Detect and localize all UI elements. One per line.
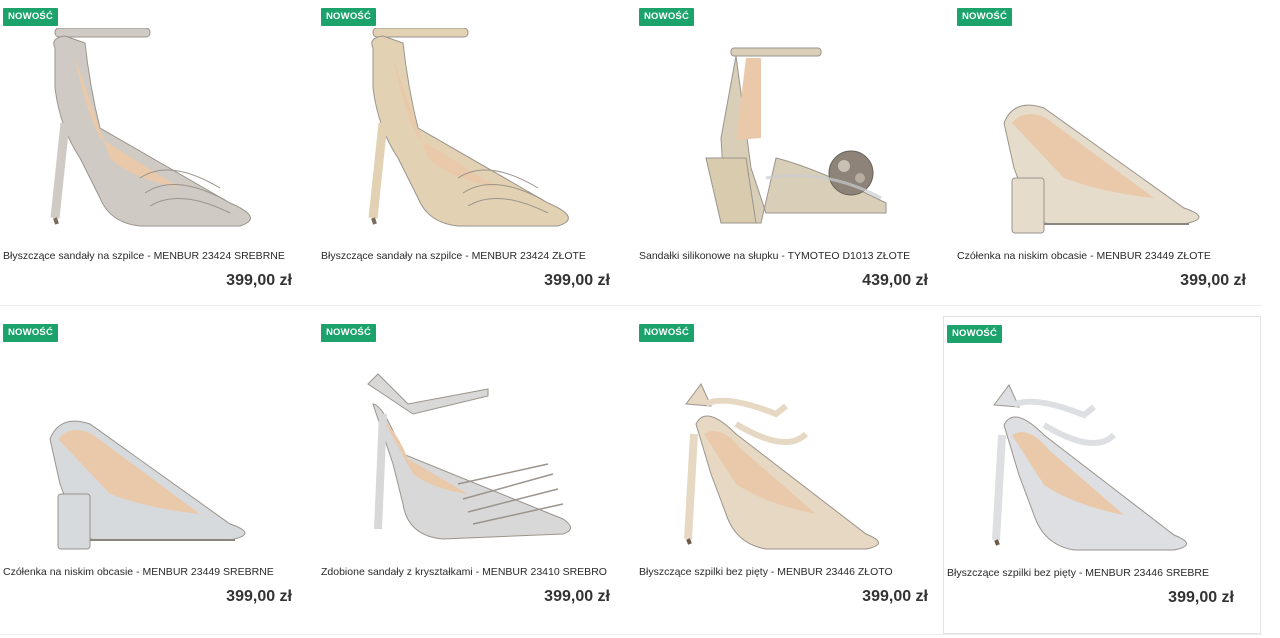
new-badge: NOWOŚĆ: [957, 8, 1013, 26]
product-name-link[interactable]: Czółenka na niskim obcasie - MENBUR 2344…: [957, 250, 1262, 262]
product-image[interactable]: [348, 344, 598, 554]
product-card[interactable]: NOWOŚĆ Czółenka na niskim obcasie - MENB…: [954, 0, 1272, 318]
product-card[interactable]: NOWOŚĆ Błyszczące sandały na szpilce - M…: [318, 0, 636, 318]
product-price: 399,00 zł: [1180, 272, 1246, 289]
product-price: 399,00 zł: [862, 588, 928, 605]
new-badge: NOWOŚĆ: [3, 324, 59, 342]
new-badge: NOWOŚĆ: [947, 325, 1003, 343]
product-card[interactable]: NOWOŚĆ Błyszczące szpilki bez pięty - ME…: [636, 316, 954, 634]
product-name-link[interactable]: Sandałki silikonowe na słupku - TYMOTEO …: [639, 250, 944, 262]
new-badge: NOWOŚĆ: [321, 8, 377, 26]
new-badge: NOWOŚĆ: [639, 324, 695, 342]
product-name-link[interactable]: Zdobione sandały z kryształkami - MENBUR…: [321, 566, 626, 578]
product-price: 399,00 zł: [544, 272, 610, 289]
product-name-link[interactable]: Czółenka na niskim obcasie - MENBUR 2344…: [3, 566, 308, 578]
row-divider: [0, 634, 1262, 635]
product-name-link[interactable]: Błyszczące szpilki bez pięty - MENBUR 23…: [947, 567, 1252, 579]
product-card[interactable]: NOWOŚĆ Błyszczące szpilki bez pięty - ME…: [943, 316, 1261, 634]
product-image[interactable]: [30, 27, 280, 238]
product-card[interactable]: NOWOŚĆ Błyszczące sandały na szpilce - M…: [0, 0, 318, 318]
product-price: 399,00 zł: [1168, 589, 1234, 606]
product-price: 399,00 zł: [226, 588, 292, 605]
product-grid: NOWOŚĆ Błyszczące sandały na szpilce - M…: [0, 0, 1280, 638]
product-name-link[interactable]: Błyszczące sandały na szpilce - MENBUR 2…: [3, 250, 308, 262]
new-badge: NOWOŚĆ: [321, 324, 377, 342]
product-card[interactable]: NOWOŚĆ Zdobione sandały z kryształkami -…: [318, 316, 636, 634]
product-name-link[interactable]: Błyszczące szpilki bez pięty - MENBUR 23…: [639, 566, 944, 578]
new-badge: NOWOŚĆ: [639, 8, 695, 26]
product-price: 399,00 zł: [226, 272, 292, 289]
product-card[interactable]: NOWOŚĆ Czółenka na niskim obcasie - MENB…: [0, 316, 318, 634]
product-name-link[interactable]: Błyszczące sandały na szpilce - MENBUR 2…: [321, 250, 626, 262]
product-image[interactable]: [30, 344, 280, 554]
product-image[interactable]: [984, 28, 1234, 238]
product-image[interactable]: [974, 345, 1224, 555]
new-badge: NOWOŚĆ: [3, 8, 59, 26]
product-image[interactable]: [666, 344, 916, 554]
product-price: 399,00 zł: [544, 588, 610, 605]
product-card[interactable]: NOWOŚĆ Sandałki silikonowe na słupku - T…: [636, 0, 954, 318]
product-image[interactable]: [348, 27, 598, 238]
product-image[interactable]: [666, 28, 916, 238]
product-price: 439,00 zł: [862, 272, 928, 289]
